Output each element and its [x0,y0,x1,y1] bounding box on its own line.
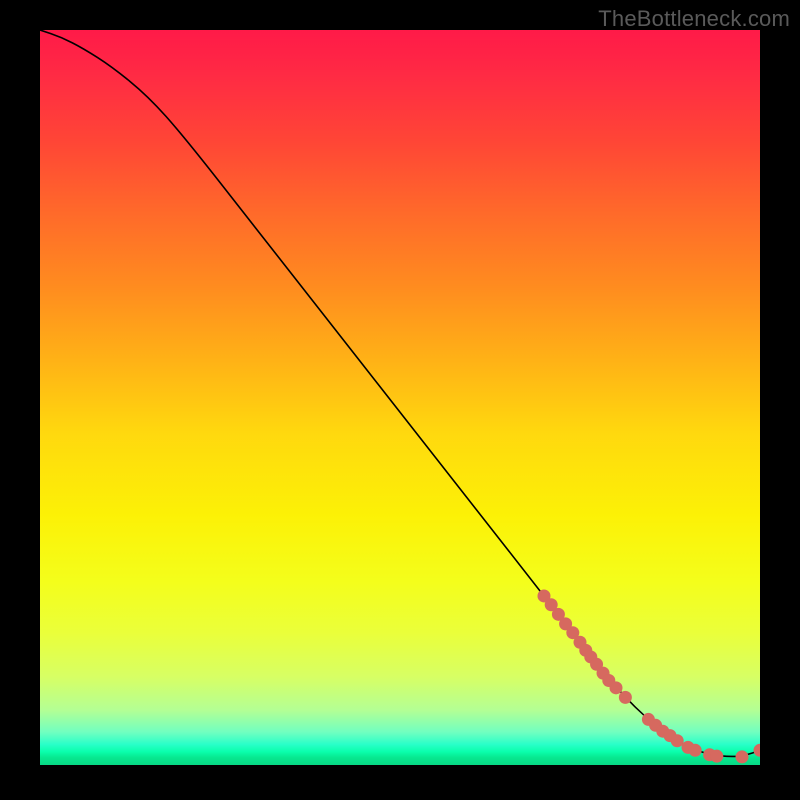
data-point [597,667,610,680]
data-point [590,658,603,671]
data-point [610,681,623,694]
plot-area [40,30,760,765]
data-point [538,589,551,602]
data-point [689,744,702,757]
data-point [664,729,677,742]
chart-container: TheBottleneck.com [0,0,800,800]
data-point [649,719,662,732]
data-point [682,741,695,754]
data-point [559,617,572,630]
data-point [710,750,723,763]
data-point [671,734,684,747]
data-point [584,650,597,663]
data-point [754,744,761,757]
data-point [566,626,579,639]
data-point [619,691,632,704]
data-point [656,725,669,738]
chart-svg [40,30,760,765]
bottleneck-curve [40,30,760,756]
data-point [574,636,587,649]
data-point [642,713,655,726]
data-point [579,644,592,657]
data-point [703,748,716,761]
data-point [602,674,615,687]
data-point [736,750,749,763]
data-points [538,589,761,763]
data-point [552,608,565,621]
data-point [545,598,558,611]
watermark-text: TheBottleneck.com [598,6,790,32]
